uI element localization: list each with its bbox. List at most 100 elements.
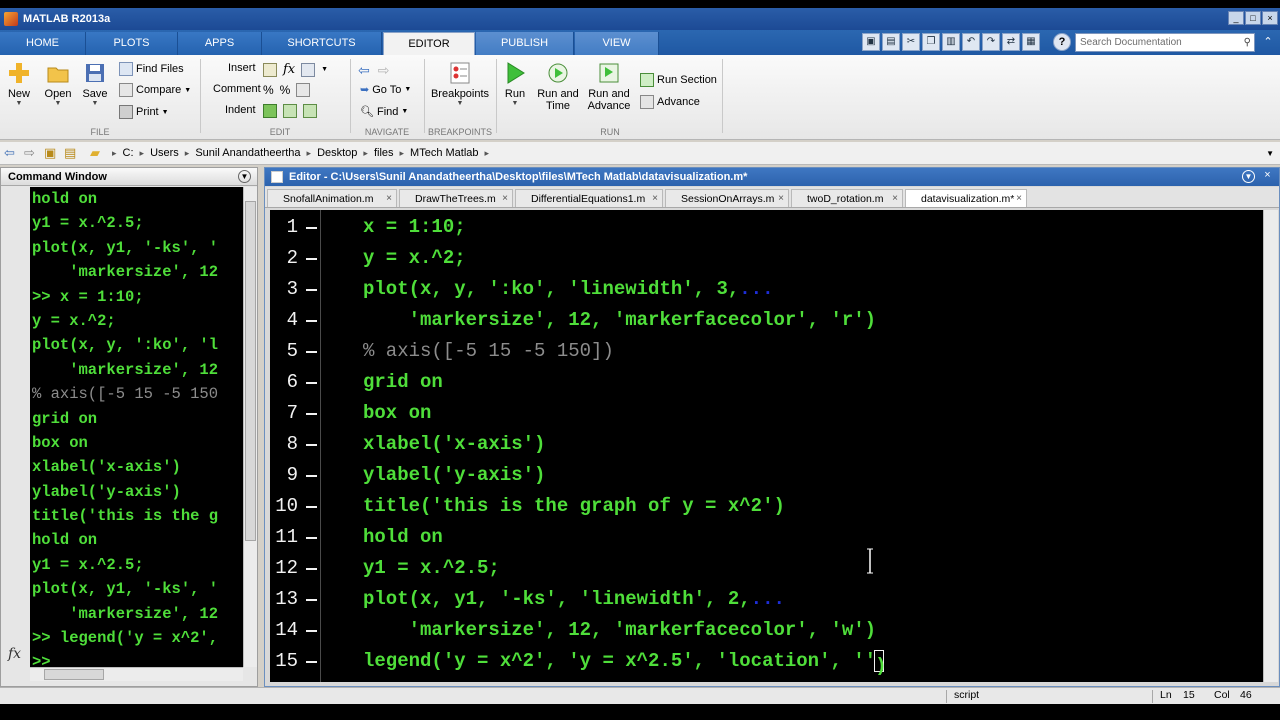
code-line[interactable]: box on [363, 398, 431, 429]
breadcrumb-users[interactable]: Users [150, 147, 179, 159]
quick-paste-icon[interactable]: ▥ [942, 33, 960, 51]
line-number-row[interactable]: 14 [270, 615, 321, 646]
command-window-vertical-scrollbar[interactable] [243, 187, 257, 667]
uncomment-percent-icon[interactable]: % [280, 83, 291, 97]
close-window-button[interactable]: × [1262, 11, 1278, 25]
code-line[interactable]: ylabel('y-axis') [363, 460, 545, 491]
file-tab-twod-rotation[interactable]: twoD_rotation.m × [791, 189, 903, 207]
back-arrow-icon[interactable]: ⇦ [358, 62, 370, 79]
code-line[interactable]: hold on [363, 522, 443, 553]
find-button[interactable]: 🔍︎ Find ▼ [360, 105, 408, 119]
help-icon[interactable]: ? [1053, 33, 1071, 51]
code-editor[interactable]: 1 2 3 4 5 6 7 8 9 10 11 12 13 14 15 x = 1:10; y = x.^2;… [270, 210, 1263, 682]
tab-editor[interactable]: EDITOR [383, 32, 475, 55]
quick-layout-icon[interactable]: ▦ [1022, 33, 1040, 51]
run-and-time-button[interactable]: Run and Time [535, 61, 581, 112]
quick-redo-icon[interactable]: ↷ [982, 33, 1000, 51]
close-tab-icon[interactable]: × [778, 190, 784, 208]
code-line[interactable]: 'markersize', 12, 'markerfacecolor', 'w'… [363, 615, 877, 646]
file-tab-differentialequations1[interactable]: DifferentialEquations1.m × [515, 189, 663, 207]
tab-view[interactable]: VIEW [575, 32, 659, 55]
executable-line-marker[interactable] [306, 444, 317, 446]
executable-line-marker[interactable] [306, 258, 317, 260]
close-tab-icon[interactable]: × [1016, 190, 1022, 208]
line-number-row[interactable]: 9 [270, 460, 321, 491]
editor-vertical-scrollbar[interactable] [1263, 210, 1278, 682]
close-tab-icon[interactable]: × [386, 190, 392, 208]
quick-save-icon[interactable]: ▤ [882, 33, 900, 51]
code-line[interactable]: grid on [363, 367, 443, 398]
line-number-row[interactable]: 1 [270, 212, 321, 243]
insert-section-icon[interactable] [263, 62, 277, 77]
tab-plots[interactable]: PLOTS [86, 32, 178, 55]
line-number-row[interactable]: 11 [270, 522, 321, 553]
open-button[interactable]: Open ▼ [42, 61, 74, 107]
quick-new-icon[interactable]: ▣ [862, 33, 880, 51]
line-number-row[interactable]: 5 [270, 336, 321, 367]
quick-undo-icon[interactable]: ↶ [962, 33, 980, 51]
advance-button[interactable]: Advance [640, 95, 700, 109]
breadcrumb-files[interactable]: files [374, 147, 394, 159]
code-line[interactable]: xlabel('x-axis') [363, 429, 545, 460]
line-number-row[interactable]: 13 [270, 584, 321, 615]
code-line[interactable]: y = x.^2; [363, 243, 466, 274]
run-and-advance-button[interactable]: Run and Advance [585, 61, 633, 112]
forward-folder-icon[interactable]: ⇨ [24, 146, 40, 160]
code-line[interactable]: plot(x, y1, '-ks', 'linewidth', 2,... [363, 584, 785, 615]
search-documentation-input[interactable]: Search Documentation ⚲ [1075, 33, 1255, 52]
quick-switch-icon[interactable]: ⇄ [1002, 33, 1020, 51]
indent-button[interactable]: Indent [225, 104, 256, 116]
scrollbar-thumb[interactable] [44, 669, 104, 680]
line-number-row[interactable]: 3 [270, 274, 321, 305]
executable-line-marker[interactable] [306, 475, 317, 477]
back-folder-icon[interactable]: ⇦ [4, 146, 20, 160]
file-tab-datavisualization[interactable]: datavisualization.m* × [905, 189, 1027, 207]
search-icon[interactable]: ⚲ [1244, 34, 1251, 51]
executable-line-marker[interactable] [306, 351, 317, 353]
close-tab-icon[interactable]: × [502, 190, 508, 208]
decrease-indent-icon[interactable] [303, 104, 317, 118]
breakpoints-button[interactable]: Breakpoints ▼ [430, 61, 490, 107]
command-window-horizontal-scrollbar[interactable] [30, 667, 243, 681]
quick-cut-icon[interactable]: ✂ [902, 33, 920, 51]
tab-shortcuts[interactable]: SHORTCUTS [262, 32, 382, 55]
editor-close-icon[interactable]: × [1261, 170, 1274, 183]
comment-percent-icon[interactable]: % [263, 83, 274, 97]
run-section-button[interactable]: Run Section [640, 73, 717, 87]
line-number-row[interactable]: 4 [270, 305, 321, 336]
code-line[interactable]: title('this is the graph of y = x^2') [363, 491, 785, 522]
code-line[interactable]: y1 = x.^2.5; [363, 553, 500, 584]
file-tab-snofallanimation[interactable]: SnofallAnimation.m × [267, 189, 397, 207]
maximize-button[interactable]: □ [1245, 11, 1261, 25]
path-dropdown-icon[interactable]: ▼ [1266, 149, 1274, 158]
code-line[interactable]: plot(x, y, ':ko', 'linewidth', 3,... [363, 274, 773, 305]
executable-line-marker[interactable] [306, 599, 317, 601]
executable-line-marker[interactable] [306, 506, 317, 508]
go-to-button[interactable]: ➥ Go To ▼ [360, 83, 411, 97]
wrap-comments-icon[interactable] [296, 83, 311, 97]
executable-line-marker[interactable] [306, 661, 317, 663]
breadcrumb-user[interactable]: Sunil Anandatheertha [195, 147, 300, 159]
smart-indent-icon[interactable] [263, 104, 277, 118]
print-button[interactable]: Print ▼ [119, 105, 169, 119]
compare-button[interactable]: Compare ▼ [119, 83, 191, 97]
run-button[interactable]: Run ▼ [500, 61, 530, 107]
line-number-row[interactable]: 15 [270, 646, 321, 677]
executable-line-marker[interactable] [306, 382, 317, 384]
insert-dropdown-icon[interactable]: ▼ [321, 66, 328, 73]
scrollbar-thumb[interactable] [245, 201, 256, 541]
find-files-button[interactable]: Find Files [119, 62, 184, 76]
breadcrumb-desktop[interactable]: Desktop [317, 147, 357, 159]
line-number-row[interactable]: 8 [270, 429, 321, 460]
insert-button[interactable]: Insert [228, 62, 256, 74]
code-line[interactable]: % axis([-5 15 -5 150]) [363, 336, 614, 367]
tab-publish[interactable]: PUBLISH [476, 32, 574, 55]
close-tab-icon[interactable]: × [652, 190, 658, 208]
file-tab-sessiononarrays[interactable]: SessionOnArrays.m × [665, 189, 789, 207]
executable-line-marker[interactable] [306, 630, 317, 632]
collapse-toolstrip-icon[interactable]: ⌃ [1259, 33, 1277, 51]
tab-home[interactable]: HOME [0, 32, 86, 55]
line-number-row[interactable]: 2 [270, 243, 321, 274]
executable-line-marker[interactable] [306, 413, 317, 415]
quick-copy-icon[interactable]: ❐ [922, 33, 940, 51]
